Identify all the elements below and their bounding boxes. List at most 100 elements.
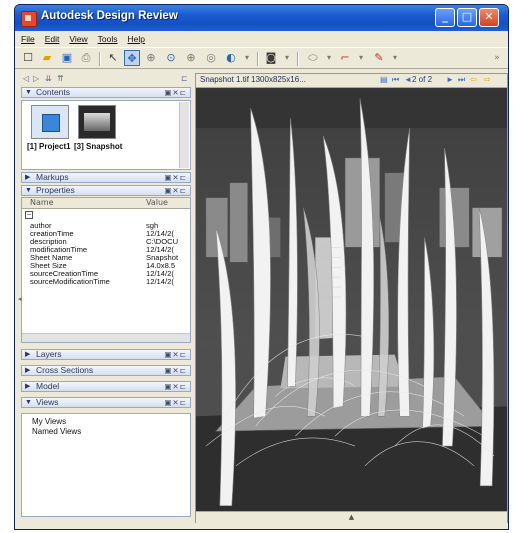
collapse-arrow-icon: ▶ <box>25 367 31 374</box>
save-icon[interactable]: ▣ <box>59 50 75 66</box>
next-page-icon[interactable]: ► <box>446 74 454 86</box>
zoom-in-icon[interactable]: ⊕ <box>183 50 199 66</box>
cross-sections-label: Cross Sections <box>36 365 94 375</box>
status-bar <box>15 523 508 529</box>
expand-all-icon[interactable]: ⇊ <box>45 74 52 83</box>
forward-icon[interactable]: ▷ <box>33 74 39 83</box>
property-name: sourceModificationTime <box>30 277 110 286</box>
properties-header[interactable]: ▼ Properties ▣✕⊏ <box>21 185 191 196</box>
toolbar-separator <box>257 52 259 66</box>
menu-tools[interactable]: Tools <box>98 31 118 47</box>
property-value: C:\DOCU <box>146 238 179 246</box>
menu-edit[interactable]: Edit <box>45 31 60 47</box>
menu-file[interactable]: File <box>21 31 35 47</box>
model-label: Model <box>36 381 60 391</box>
close-button[interactable]: ✕ <box>479 8 499 27</box>
cross-sections-header[interactable]: ▶ Cross Sections ▣✕⊏ <box>21 365 191 376</box>
title-bar[interactable]: Autodesk Design Review _ □ ✕ <box>15 5 508 31</box>
layers-label: Layers <box>36 349 62 359</box>
panel-controls-icon[interactable]: ▣✕⊏ <box>164 398 187 407</box>
view-item-my-views[interactable]: My Views <box>32 417 66 426</box>
back-icon[interactable]: ◁ <box>23 74 29 83</box>
property-value: 12/14/2( <box>146 278 174 286</box>
markup-dropdown-arrow-icon[interactable]: ▾ <box>321 50 337 66</box>
properties-columns: Name Value <box>22 198 190 209</box>
markups-label: Markups <box>36 172 69 182</box>
camera-icon[interactable]: ◙ <box>263 50 279 66</box>
views-header[interactable]: ▼ Views ▣✕⊏ <box>21 397 191 408</box>
contents-header[interactable]: ▼ Contents ▣✕⊏ <box>21 87 191 98</box>
go-forward-icon[interactable]: ⇨ <box>484 74 491 86</box>
panel-controls-icon[interactable]: ▣✕⊏ <box>164 186 187 195</box>
properties-table: Name Value − author sgh creationTime 12/… <box>21 197 191 343</box>
canvas-viewer[interactable]: Snapshot 1.tif 1300x825x16... ▤ ⏮ ◄ 2 of… <box>195 73 508 525</box>
markups-header[interactable]: ▶ Markups ▣✕⊏ <box>21 172 191 183</box>
previous-page-icon[interactable]: ◄ <box>404 74 412 86</box>
left-panel: ◁ ▷ ⇊ ⇈ ⊏ ▼ Contents ▣✕⊏ [1] Project1 [3… <box>17 73 193 521</box>
panel-splitter-arrow-icon[interactable]: ◂ <box>18 295 22 303</box>
expand-arrow-icon: ▼ <box>25 187 32 194</box>
callout-dropdown-arrow-icon[interactable]: ▾ <box>353 50 369 66</box>
panel-controls-icon[interactable]: ▣✕⊏ <box>164 88 187 97</box>
value-column-header[interactable]: Value <box>146 198 168 207</box>
snapshot-thumbnail-label: [3] Snapshot <box>74 142 123 151</box>
snapshot-caption: Snapshot 1.tif 1300x825x16... <box>200 75 306 84</box>
sheet-icon[interactable]: ▤ <box>380 74 388 86</box>
pen-icon[interactable]: ✎ <box>371 50 387 66</box>
property-value: Snapshot <box>146 254 179 262</box>
pan-icon[interactable]: ✥ <box>124 50 140 66</box>
fit-dropdown-arrow-icon[interactable]: ▾ <box>239 50 255 66</box>
panel-controls-icon[interactable]: ▣✕⊏ <box>164 350 187 359</box>
model-header[interactable]: ▶ Model ▣✕⊏ <box>21 381 191 392</box>
menu-help[interactable]: Help <box>127 31 144 47</box>
snapshot-thumbnail[interactable] <box>78 105 116 139</box>
expand-arrow-icon: ▼ <box>25 399 32 406</box>
project-thumbnail[interactable] <box>31 105 69 139</box>
go-back-icon[interactable]: ⇦ <box>470 74 477 86</box>
new-document-icon[interactable]: ☐ <box>20 50 36 66</box>
toolbar-separator <box>99 52 101 66</box>
contents-scrollbar[interactable] <box>179 102 189 168</box>
views-label: Views <box>36 397 59 407</box>
last-page-icon[interactable]: ⏭ <box>458 74 465 86</box>
app-window: Autodesk Design Review _ □ ✕ File Edit V… <box>14 4 509 530</box>
collapse-group-icon[interactable]: − <box>25 211 33 219</box>
panel-controls-icon[interactable]: ▣✕⊏ <box>164 173 187 182</box>
property-value: 12/14/2( <box>146 270 174 278</box>
property-value: 12/14/2( <box>146 246 174 254</box>
view-item-named-views[interactable]: Named Views <box>32 427 81 436</box>
panel-controls-icon[interactable]: ▣✕⊏ <box>164 382 187 391</box>
toolbar-separator <box>297 52 299 66</box>
collapse-all-icon[interactable]: ⇈ <box>57 74 64 83</box>
3d-model-render[interactable] <box>196 87 507 513</box>
collapse-arrow-icon: ▶ <box>25 174 31 181</box>
property-value: 12/14/2( <box>146 230 174 238</box>
minimize-button[interactable]: _ <box>435 8 455 27</box>
zoom-rectangle-icon[interactable]: ⊕ <box>143 50 159 66</box>
panel-options-icon[interactable]: ⊏ <box>181 74 188 83</box>
toolbar-overflow-icon[interactable]: » <box>489 50 505 66</box>
fit-to-window-icon[interactable]: ◐ <box>223 50 239 66</box>
open-folder-icon[interactable]: ▰ <box>39 50 55 66</box>
properties-hscrollbar[interactable] <box>22 333 190 342</box>
collapse-arrow-icon: ▶ <box>25 351 31 358</box>
camera-dropdown-arrow-icon[interactable]: ▾ <box>279 50 295 66</box>
first-page-icon[interactable]: ⏮ <box>392 74 399 86</box>
collapse-panel-icon[interactable]: ▲ <box>349 513 354 521</box>
menu-view[interactable]: View <box>69 31 87 47</box>
print-icon[interactable]: ⎙ <box>78 50 94 66</box>
select-arrow-icon[interactable]: ↖ <box>105 50 121 66</box>
orbit-icon[interactable]: ◎ <box>203 50 219 66</box>
pen-dropdown-arrow-icon[interactable]: ▾ <box>387 50 403 66</box>
panel-controls-icon[interactable]: ▣✕⊏ <box>164 366 187 375</box>
maximize-button[interactable]: □ <box>457 8 477 27</box>
app-icon <box>21 11 37 27</box>
property-value: sgh <box>146 222 159 230</box>
zoom-icon[interactable]: ⊙ <box>163 50 179 66</box>
callout-icon[interactable]: ⌐ <box>337 50 353 66</box>
panel-toolbar: ◁ ▷ ⇊ ⇈ ⊏ <box>21 73 191 86</box>
name-column-header[interactable]: Name <box>30 198 54 207</box>
markup-shape-icon[interactable]: ⬭ <box>305 50 321 66</box>
layers-header[interactable]: ▶ Layers ▣✕⊏ <box>21 349 191 360</box>
page-indicator: 2 of 2 <box>412 75 433 84</box>
